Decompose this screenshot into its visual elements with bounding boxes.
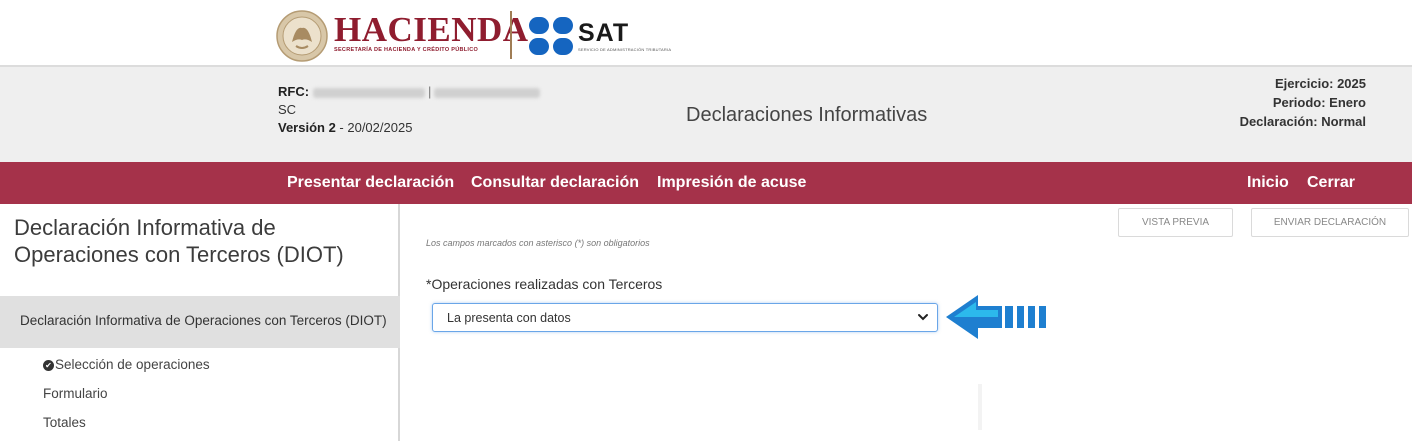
version-date: - 20/02/2025 [335,120,413,135]
sidebar-active-section[interactable]: Declaración Informativa de Operaciones c… [0,296,400,348]
name-redacted [434,87,541,98]
sidebar-item-totales[interactable]: Totales [43,415,86,430]
preview-button[interactable]: VISTA PREVIA [1118,208,1233,237]
sat-logo-icon [529,17,573,55]
check-circle-icon: ✔ [43,360,54,371]
sidebar-item-label: Selección de operaciones [55,357,210,372]
info-header: RFC: | SC Versión 2 - 20/02/2025 Declarac… [0,65,1412,162]
sidebar-item-seleccion-operaciones[interactable]: ✔ Selección de operaciones [43,357,210,372]
sidebar-item-formulario[interactable]: Formulario [43,386,108,401]
rfc-redacted [313,87,426,98]
page-title: Declaraciones Informativas [686,104,928,126]
taxpayer-info: RFC: | SC Versión 2 - 20/02/2025 [278,83,541,137]
declaration-info: Ejercicio: 2025 Periodo: Enero Declaraci… [1240,74,1366,131]
operations-label: *Operaciones realizadas con Terceros [426,276,663,292]
sidebar-item-label: Formulario [43,386,108,401]
nav-consultar-declaracion[interactable]: Consultar declaración [471,174,639,192]
periodo-text: Periodo: Enero [1272,95,1366,110]
regime-text: SC [278,102,297,117]
operations-select-value: La presenta con datos [447,311,571,325]
left-sidebar: Declaración Informativa de Operaciones c… [0,204,400,441]
sidebar-item-label: Totales [43,415,86,430]
rfc-line: RFC: | [278,83,541,101]
ejercicio-text: Ejercicio: 2025 [1274,76,1366,91]
version-line: Versión 2 - 20/02/2025 [278,119,540,137]
nav-impresion-acuse[interactable]: Impresión de acuse [657,174,806,192]
nav-cerrar[interactable]: Cerrar [1307,174,1355,192]
nav-inicio[interactable]: Inicio [1247,174,1289,192]
nav-presentar-declaracion[interactable]: Presentar declaración [287,174,454,192]
logo-bar: HACIENDA SECRETARÍA DE HACIENDA Y CRÉDIT… [0,0,1412,65]
chevron-down-icon [918,314,928,321]
rfc-label: RFC: [278,84,310,99]
hacienda-logo-text: HACIENDA [334,10,529,49]
sidebar-active-label: Declaración Informativa de Operaciones c… [20,313,387,328]
required-fields-note: Los campos marcados con asterisco (*) so… [426,238,650,248]
mexico-seal-icon [276,10,328,62]
declaracion-type-text: Declaración: Normal [1239,114,1366,129]
pointer-arrow-icon [946,295,1046,339]
send-declaration-button[interactable]: ENVIAR DECLARACIÓN [1251,208,1409,237]
sidebar-title: Declaración Informativa de Operaciones c… [14,215,344,267]
version-label: Versión 2 [278,120,336,135]
hacienda-subtitle: SECRETARÍA DE HACIENDA Y CRÉDITO PÚBLICO [334,47,479,53]
main-navbar: Presentar declaración Consultar declarac… [0,162,1412,204]
rfc-separator: | [428,84,432,99]
faint-artifact [978,384,982,430]
operations-select[interactable]: La presenta con datos [432,303,938,332]
sat-logo-text: SAT [578,19,630,47]
sat-subtitle: SERVICIO DE ADMINISTRACIÓN TRIBUTARIA [578,47,672,52]
logo-divider [510,11,512,59]
